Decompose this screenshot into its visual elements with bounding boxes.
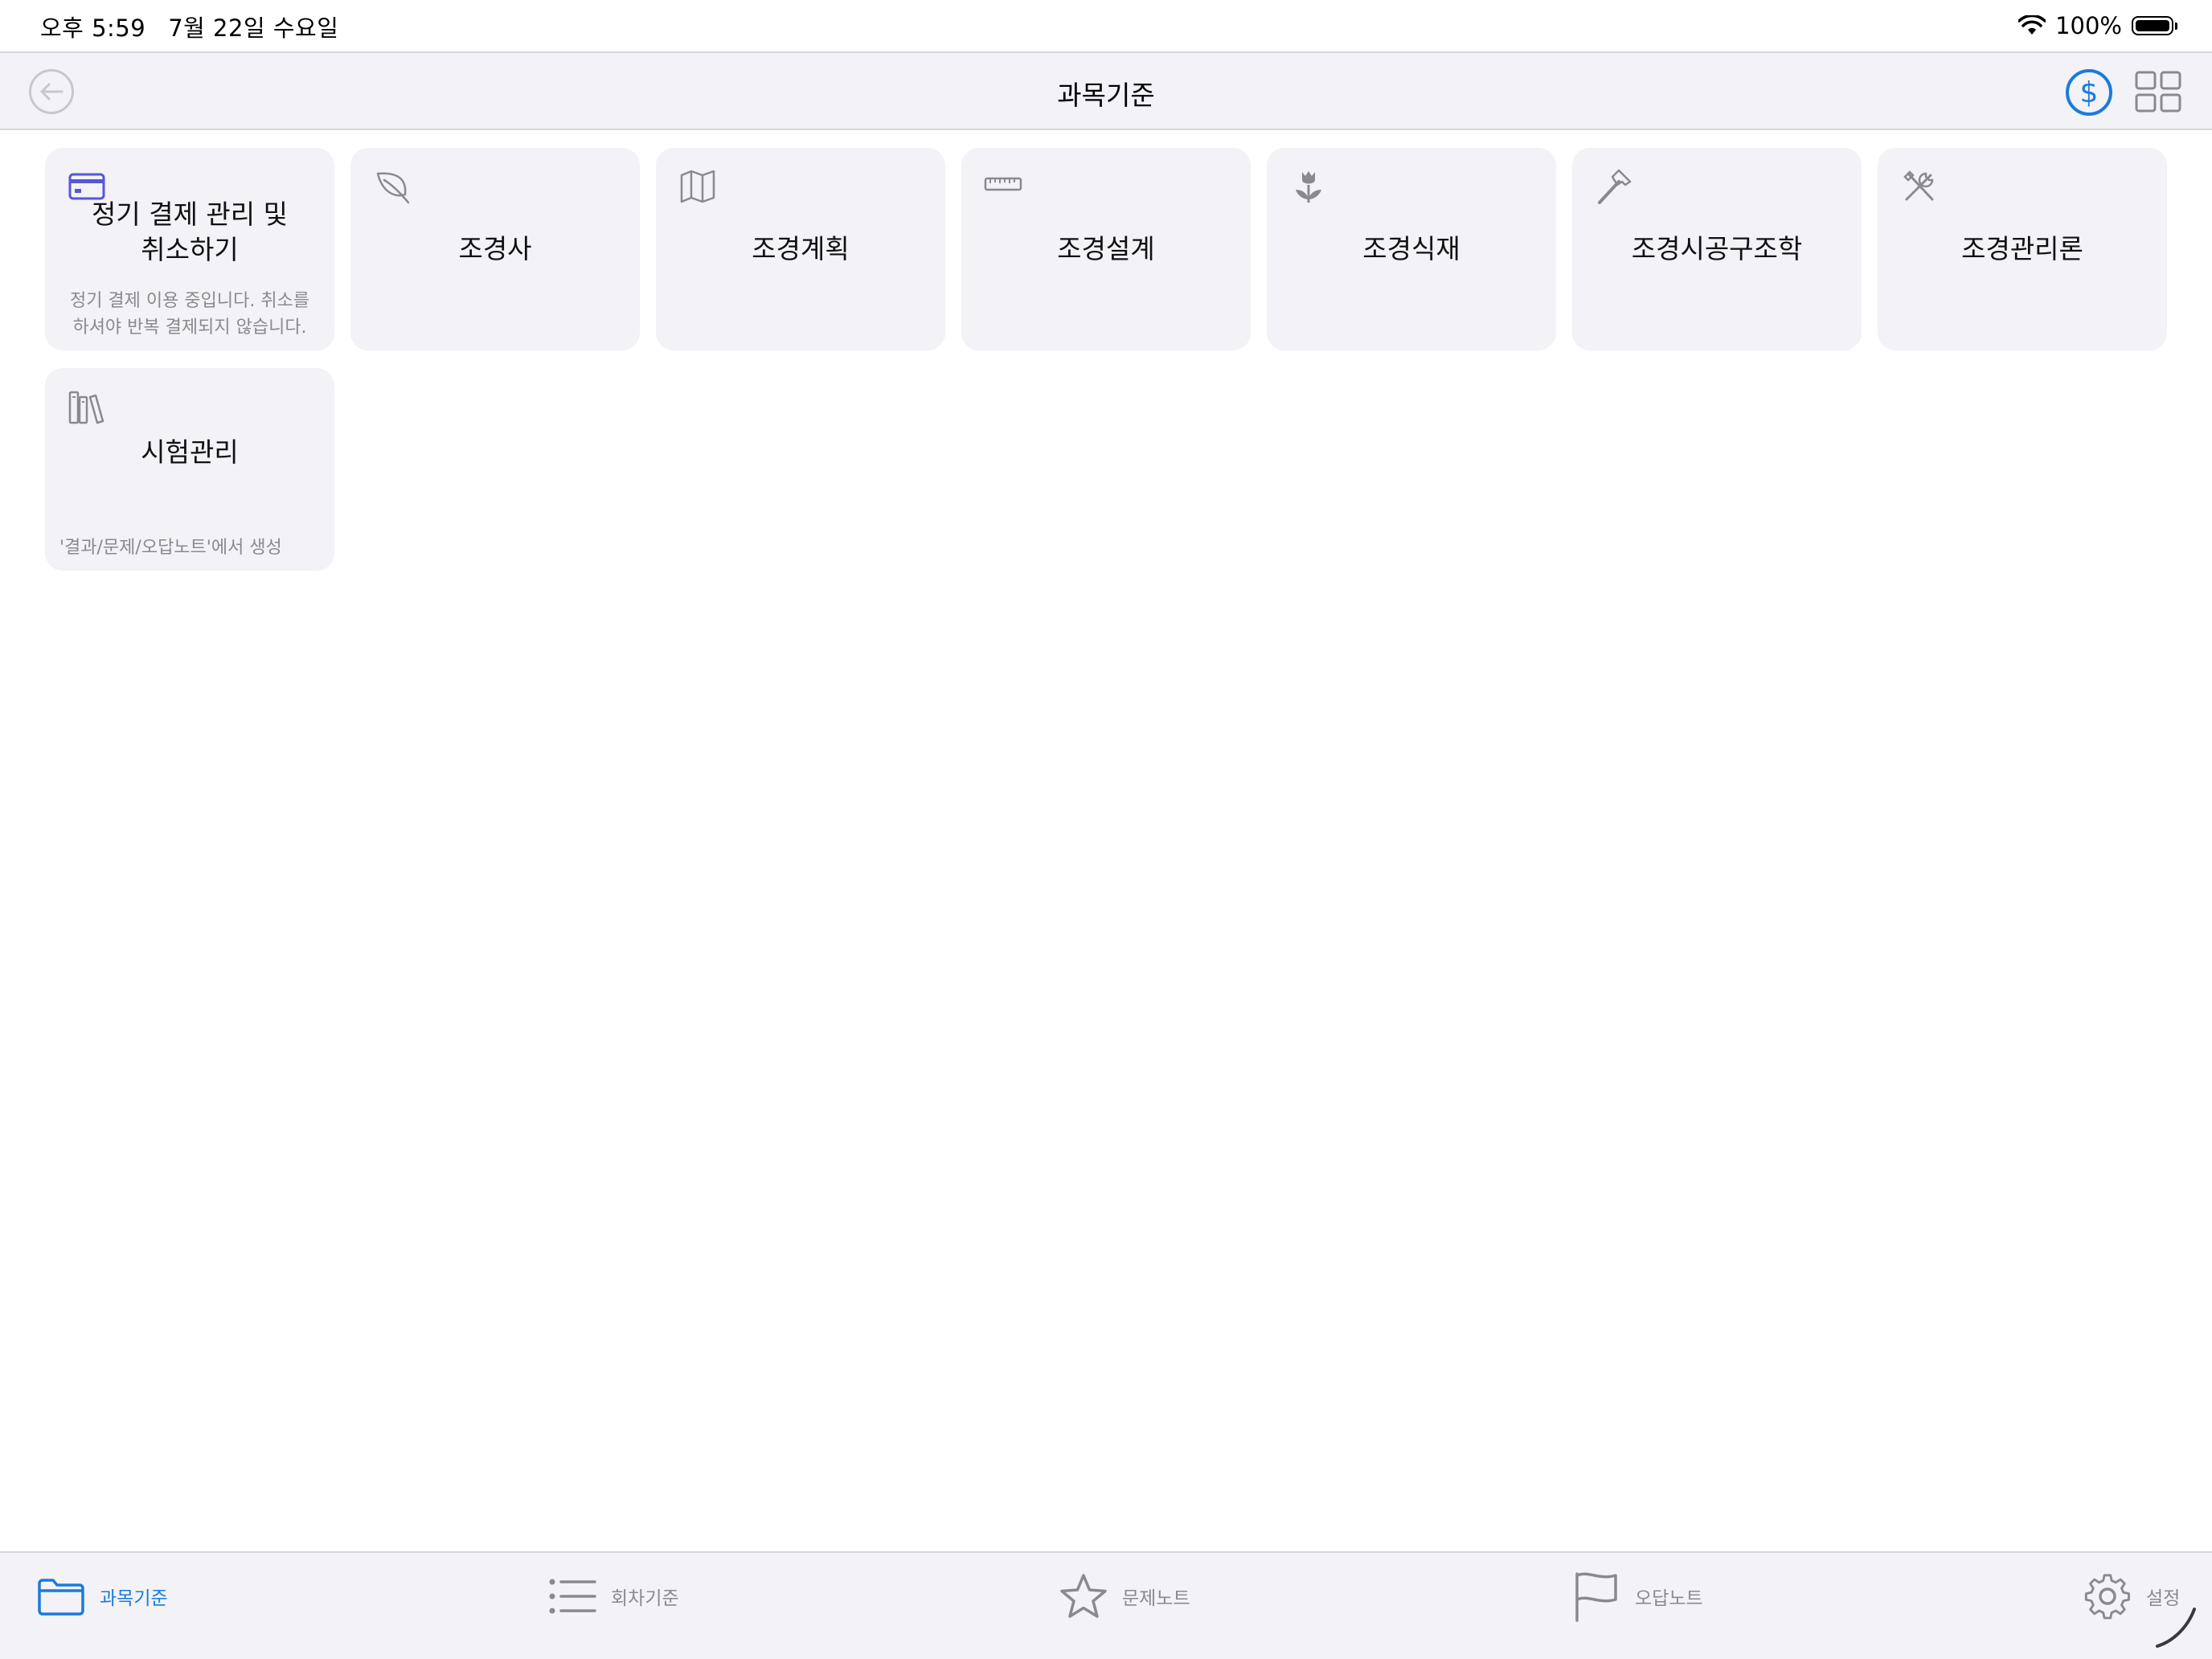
status-time-date: 오후 5:59 7월 22일 수요일 [40, 10, 338, 43]
subscription-button[interactable]: $ [2066, 69, 2112, 116]
status-bar: 오후 5:59 7월 22일 수요일 100% [0, 0, 2212, 51]
star-icon [1060, 1574, 1107, 1618]
gear-icon [2084, 1574, 2130, 1620]
tab-subject[interactable]: 과목기준 [37, 1571, 168, 1622]
tab-label: 오답노트 [1635, 1588, 1703, 1609]
card-subtitle: '결과/문제/오답노트'에서 생성 [59, 538, 282, 558]
tools-icon [1903, 170, 1934, 201]
battery-percent: 100% [2055, 12, 2122, 39]
dollar-icon: $ [2079, 76, 2099, 109]
card-title: 조경계획 [752, 233, 850, 264]
page-title: 과목기준 [1057, 80, 1155, 111]
tab-question-note[interactable]: 문제노트 [1059, 1571, 1190, 1622]
navigation-bar: 과목기준 $ [0, 51, 2212, 130]
map-icon [680, 170, 715, 203]
card-title: 조경관리론 [1961, 233, 2083, 264]
battery-icon [2132, 16, 2177, 35]
card-title: 조경설계 [1057, 233, 1155, 264]
tab-label: 회차기준 [611, 1588, 679, 1609]
subject-card[interactable]: 조경관리론 [1878, 148, 2167, 350]
tab-wrong-note[interactable]: 오답노트 [1572, 1571, 1703, 1622]
card-title: 정기 결제 관리 및 취소하기 [92, 199, 288, 265]
grid-icon[interactable] [2135, 71, 2181, 113]
leaf-icon [376, 172, 410, 204]
subject-grid: 정기 결제 관리 및 취소하기 정기 결제 이용 중입니다. 취소를 하셔야 반… [45, 148, 2167, 571]
exam-management-card[interactable]: 시험관리 '결과/문제/오답노트'에서 생성 [45, 368, 334, 571]
pencil-hover-indicator [2156, 1608, 2196, 1648]
subject-card[interactable]: 조경계획 [656, 148, 945, 350]
books-icon [68, 391, 104, 424]
subscription-card[interactable]: 정기 결제 관리 및 취소하기 정기 결제 이용 중입니다. 취소를 하셔야 반… [45, 148, 334, 350]
status-right: 100% [2018, 10, 2177, 42]
ruler-icon [984, 177, 1022, 191]
tulip-icon [1296, 171, 1321, 203]
subject-card[interactable]: 조경설계 [961, 148, 1251, 350]
card-title: 조경식재 [1362, 233, 1460, 264]
subject-card[interactable]: 조경사 [350, 148, 640, 350]
tab-label: 문제노트 [1122, 1588, 1190, 1609]
tab-label: 과목기준 [100, 1588, 168, 1609]
status-date: 7월 22일 수요일 [168, 14, 339, 42]
list-icon [549, 1579, 596, 1614]
tab-round[interactable]: 회차기준 [548, 1571, 679, 1622]
hammer-icon [1598, 169, 1632, 204]
card-subtitle: 정기 결제 이용 중입니다. 취소를 하셔야 반복 결제되지 않습니다. [69, 291, 310, 338]
subject-card[interactable]: 조경식재 [1267, 148, 1556, 350]
credit-card-icon [68, 173, 105, 200]
tab-bar: 과목기준 회차기준 문제노트 오답노트 설정 [0, 1551, 2212, 1659]
flag-icon [1575, 1572, 1617, 1622]
folder-icon [38, 1579, 84, 1616]
status-time: 오후 5:59 [40, 14, 146, 42]
card-title: 조경시공구조학 [1631, 233, 1803, 264]
card-title: 시험관리 [141, 436, 239, 468]
wifi-icon [2018, 15, 2046, 35]
subject-card[interactable]: 조경시공구조학 [1572, 148, 1862, 350]
card-title: 조경사 [458, 233, 532, 264]
